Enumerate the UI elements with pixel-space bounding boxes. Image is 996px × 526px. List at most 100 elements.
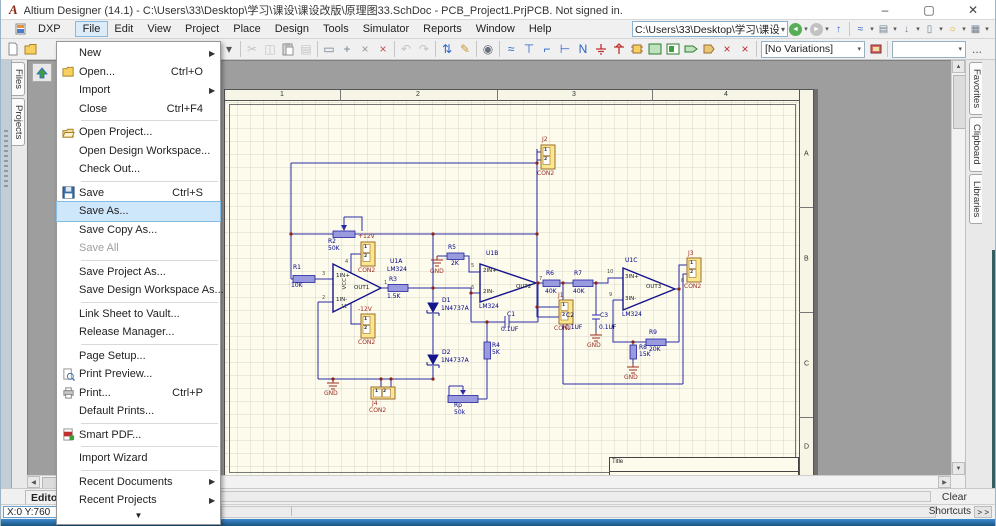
left-tab-projects[interactable]: Projects — [12, 98, 25, 146]
file-menu-item-recent-documents[interactable]: Recent Documents▶ — [57, 473, 220, 492]
place-compile-mask-icon[interactable]: × — [736, 40, 754, 58]
place-sheet-entry-icon[interactable] — [664, 40, 682, 58]
deselect-icon[interactable]: × — [356, 40, 374, 58]
right-tab-clipboard[interactable]: Clipboard — [969, 117, 982, 172]
redo-icon[interactable]: ↷ — [415, 40, 433, 58]
close-button[interactable]: ✕ — [951, 0, 995, 19]
place-net-label-icon[interactable]: N — [574, 40, 592, 58]
open-document-icon[interactable] — [22, 40, 40, 58]
undo-icon[interactable]: ↶ — [397, 40, 415, 58]
address-forward-dropdown-icon[interactable]: ▾ — [823, 25, 831, 33]
menu-file[interactable]: File — [76, 22, 108, 36]
file-menu-item-check-out[interactable]: Check Out... — [57, 160, 220, 179]
file-menu-item-save[interactable]: SaveCtrl+S — [57, 184, 220, 203]
variations-combo[interactable]: [No Variations]▾ — [761, 41, 865, 58]
file-menu-item-default-prints[interactable]: Default Prints... — [57, 402, 220, 421]
probe-dropdown-icon[interactable]: ▾ — [937, 25, 945, 33]
file-menu-item-open-design-workspace[interactable]: Open Design Workspace... — [57, 142, 220, 161]
waveform-dropdown-icon[interactable]: ▾ — [868, 25, 876, 33]
menu-reports[interactable]: Reports — [416, 22, 469, 36]
more-options-icon[interactable]: ... — [968, 40, 986, 58]
panel-chevrons-button[interactable]: > > — [974, 506, 992, 518]
menu-design[interactable]: Design — [268, 22, 316, 36]
file-menu-item-release-manager[interactable]: Release Manager... — [57, 323, 220, 342]
place-gnd-power-port-icon[interactable] — [592, 40, 610, 58]
mask-level-combo[interactable]: ▾ — [892, 41, 966, 58]
menu-dxp[interactable]: DXP — [31, 22, 68, 36]
menu-tools[interactable]: Tools — [316, 22, 356, 36]
probe-tool-icon[interactable]: ▯ — [922, 22, 937, 36]
place-part-icon[interactable] — [628, 40, 646, 58]
minimize-button[interactable]: – — [863, 0, 907, 19]
chevron-down-icon[interactable]: ▾ — [781, 25, 785, 34]
menu-project[interactable]: Project — [178, 22, 226, 36]
scroll-right-icon[interactable]: ▶ — [938, 476, 951, 488]
file-menu-item-link-sheet-to-vault[interactable]: Link Sheet to Vault... — [57, 305, 220, 324]
menu-view[interactable]: View — [140, 22, 178, 36]
clear-button[interactable]: Clear — [942, 491, 967, 503]
paste-icon[interactable] — [279, 40, 297, 58]
grid-dropdown-icon[interactable]: ▾ — [983, 25, 991, 33]
scroll-up-icon[interactable]: ▲ — [952, 60, 965, 73]
address-back-dropdown-icon[interactable]: ▾ — [802, 25, 810, 33]
place-bus-icon[interactable]: ⊤ — [520, 40, 538, 58]
scroll-left-icon[interactable]: ◀ — [27, 476, 40, 488]
copy-icon[interactable]: ◫ — [261, 40, 279, 58]
paste-array-icon[interactable]: ▤ — [297, 40, 315, 58]
grid-tool-icon[interactable]: ▦ — [968, 22, 983, 36]
menu-window[interactable]: Window — [469, 22, 522, 36]
layers-tool-icon[interactable]: ▤ — [876, 22, 891, 36]
left-tab-files[interactable]: Files — [12, 62, 25, 96]
address-back-icon[interactable]: ◄ — [789, 23, 802, 36]
new-document-icon[interactable] — [4, 40, 22, 58]
file-menu-item-open[interactable]: Open...Ctrl+O — [57, 63, 220, 82]
file-menu-item-save-project-as[interactable]: Save Project As... — [57, 263, 220, 282]
address-forward-icon[interactable]: ► — [810, 23, 823, 36]
toolbar-dropdown-icon[interactable]: ▾ — [220, 40, 238, 58]
place-sheet-symbol-icon[interactable] — [646, 40, 664, 58]
menu-scroll-down-icon[interactable]: ▼ — [57, 510, 220, 522]
file-menu-item-save-copy-as[interactable]: Save Copy As... — [57, 221, 220, 240]
menu-edit[interactable]: Edit — [107, 22, 140, 36]
place-wire-icon[interactable]: ≈ — [502, 40, 520, 58]
menu-help[interactable]: Help — [522, 22, 559, 36]
navigate-dropdown-icon[interactable]: ▾ — [914, 25, 922, 33]
file-menu-item-page-setup[interactable]: Page Setup... — [57, 347, 220, 366]
file-menu-item-print[interactable]: Print...Ctrl+P — [57, 384, 220, 403]
variant-manager-icon[interactable] — [867, 40, 885, 58]
file-menu-item-import[interactable]: Import▶ — [57, 81, 220, 100]
scroll-down-icon[interactable]: ▼ — [952, 462, 965, 475]
place-harness-connector-icon[interactable] — [700, 40, 718, 58]
find-similar-icon[interactable]: ◉ — [479, 40, 497, 58]
waveform-tool-icon[interactable]: ≈ — [853, 22, 868, 36]
cross-probe-icon[interactable]: ⇅ — [438, 40, 456, 58]
highlight-dropdown-icon[interactable]: ▾ — [960, 25, 968, 33]
schematic-sheet[interactable]: 1234 ABCD — [224, 89, 814, 475]
place-no-erc-icon[interactable]: × — [718, 40, 736, 58]
vertical-scrollbar[interactable]: ▲ ▼ — [951, 60, 965, 475]
navigate-down-tool-icon[interactable]: ↓ — [899, 22, 914, 36]
right-tab-libraries[interactable]: Libraries — [969, 174, 982, 224]
cut-icon[interactable]: ✂ — [243, 40, 261, 58]
file-menu-item-print-preview[interactable]: Print Preview... — [57, 365, 220, 384]
file-menu-item-save-as[interactable]: Save As... — [57, 202, 220, 221]
layers-dropdown-icon[interactable]: ▾ — [891, 25, 899, 33]
place-vcc-power-port-icon[interactable] — [610, 40, 628, 58]
menu-simulator[interactable]: Simulator — [356, 22, 416, 36]
dxp-icon[interactable] — [15, 23, 28, 35]
up-one-level-icon[interactable]: ↑ — [831, 22, 846, 36]
maximize-button[interactable]: ▢ — [907, 0, 951, 19]
file-menu-item-new[interactable]: New▶ — [57, 44, 220, 63]
file-menu-item-recent-projects[interactable]: Recent Projects▶ — [57, 491, 220, 510]
file-menu-item-close[interactable]: CloseCtrl+F4 — [57, 100, 220, 119]
interactive-edit-icon[interactable]: ✎ — [456, 40, 474, 58]
right-tab-favorites[interactable]: Favorites — [969, 62, 982, 115]
file-menu-item-open-project[interactable]: Open Project... — [57, 123, 220, 142]
file-menu-item-smart-pdf[interactable]: Smart PDF... — [57, 426, 220, 445]
file-menu-item-save-all[interactable]: Save All — [57, 239, 220, 258]
highlight-tool-icon[interactable]: ○ — [945, 22, 960, 36]
dock-grip[interactable] — [4, 130, 8, 190]
address-combo[interactable]: C:\Users\33\Desktop\学习\课设 ▾ — [632, 21, 788, 37]
place-bus-entry-icon[interactable]: ⌐ — [538, 40, 556, 58]
file-menu-item-import-wizard[interactable]: Import Wizard — [57, 449, 220, 468]
